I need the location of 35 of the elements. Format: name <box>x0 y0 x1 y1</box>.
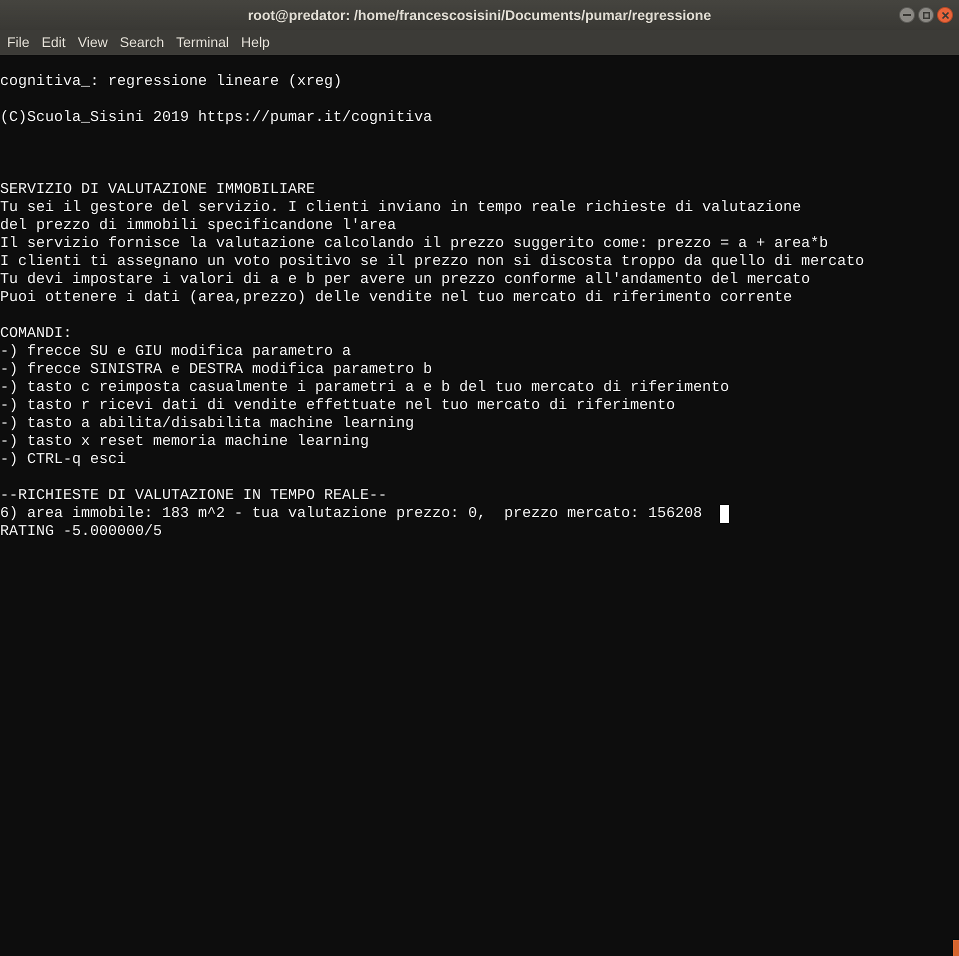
close-icon <box>942 12 948 18</box>
scroll-indicator <box>953 940 959 956</box>
terminal-line: Puoi ottenere i dati (area,prezzo) delle vendite nel tuo mercato di riferimento corrente <box>0 289 792 307</box>
menu-item[interactable]: View <box>72 32 114 53</box>
terminal-line: (C)Scuola_Sisini 2019 https://pumar.it/cognitiva <box>0 109 432 127</box>
terminal-line: RATING -5.000000/5 <box>0 523 162 541</box>
menu-item[interactable]: Search <box>114 32 170 53</box>
minimize-icon <box>903 14 911 16</box>
terminal-line: SERVIZIO DI VALUTAZIONE IMMOBILIARE <box>0 181 316 199</box>
close-button[interactable] <box>937 7 953 23</box>
terminal-line: 6) area immobile: 183 m^2 - tua valutazione prezzo: 0, prezzo mercato: 156208 <box>0 505 702 523</box>
terminal-line: cognitiva_: regressione lineare (xreg) <box>0 73 342 91</box>
terminal-line: --RICHIESTE DI VALUTAZIONE IN TEMPO REALE-- <box>0 487 388 505</box>
maximize-icon <box>922 12 930 18</box>
text-cursor <box>720 505 730 523</box>
terminal-line: del prezzo di immobili specificandone l'area <box>0 217 396 235</box>
terminal-line: I clienti ti assegnano un voto positivo se il prezzo non si discosta troppo da quello di mercato <box>0 253 864 271</box>
terminal-line: -) tasto c reimposta casualmente i parametri a e b del tuo mercato di riferimento <box>0 379 730 397</box>
menu-item[interactable]: File <box>1 32 36 53</box>
terminal-line: -) frecce SU e GIU modifica parametro a <box>0 343 352 361</box>
menu-item[interactable]: Help <box>235 32 276 53</box>
terminal-line: -) tasto x reset memoria machine learning <box>0 433 370 451</box>
menu-item[interactable]: Terminal <box>170 32 236 53</box>
terminal-line: -) tasto a abilita/disabilita machine learning <box>0 415 414 433</box>
minimize-button[interactable] <box>899 7 915 23</box>
window-title: root@predator: /home/francescosisini/Documents/pumar/regressione <box>248 6 712 25</box>
terminal-line: -) tasto r ricevi dati di vendite effettuate nel tuo mercato di riferimento <box>0 397 676 415</box>
terminal-line: -) CTRL-q esci <box>0 451 126 469</box>
menu-item[interactable]: Edit <box>36 32 72 53</box>
terminal-line: Il servizio fornisce la valutazione calcolando il prezzo suggerito come: prezzo = a + area*b <box>0 235 828 253</box>
terminal-line: Tu sei il gestore del servizio. I clienti inviano in tempo reale richieste di valutazione <box>0 199 802 217</box>
maximize-button[interactable] <box>918 7 934 23</box>
terminal-line: Tu devi impostare i valori di a e b per avere un prezzo conforme all'andamento del mercato <box>0 271 810 289</box>
terminal-line: COMANDI: <box>0 325 72 343</box>
terminal-line: -) frecce SINISTRA e DESTRA modifica parametro b <box>0 361 432 379</box>
